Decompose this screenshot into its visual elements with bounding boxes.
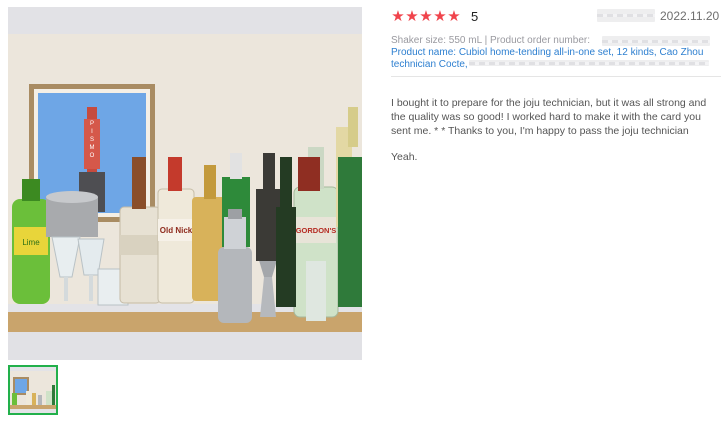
bar-set-photo: P I S M O Lime Old Nick GORDON'S [8,7,362,360]
svg-text:S: S [90,137,94,143]
review-date: 2022.11.20 [660,9,720,23]
svg-text:Old Nick: Old Nick [160,226,193,235]
review-photo[interactable]: P I S M O Lime Old Nick GORDON'S [8,7,362,360]
star-rating: ★ ★ ★ ★ ★ 5 [391,8,478,24]
shaker-size-order: Shaker size: 550 mL | Product order numb… [391,35,590,46]
divider [391,76,721,77]
product-name-masked [469,60,709,66]
svg-text:Lime: Lime [22,238,40,247]
thumbnail-image [10,367,56,413]
svg-text:GORDON'S: GORDON'S [296,226,337,235]
review-extra: Yeah. [391,151,418,163]
star-icon: ★ [405,7,419,25]
star-icon: ★ [419,7,433,25]
photo-thumbnail-selected[interactable] [8,365,58,415]
review-page: P I S M O Lime Old Nick GORDON'S ★ ★ ★ ★… [0,0,727,423]
review-content: ★ ★ ★ ★ ★ 5 2022.11.20 Shaker size: 550 … [391,0,721,423]
star-icon: ★ [391,7,405,25]
star-icon: ★ [447,7,461,25]
rating-score: 5 [471,8,479,24]
order-number-masked [602,36,710,46]
star-icon: ★ [433,7,447,25]
review-body: I bought it to prepare for the joju tech… [391,97,707,137]
product-name: Product name: Cubiol home-tending all-in… [391,47,704,70]
svg-text:M: M [90,145,95,151]
sign-text-p: P [90,121,94,127]
svg-text:O: O [90,153,95,159]
reviewer-id-masked [597,9,655,22]
